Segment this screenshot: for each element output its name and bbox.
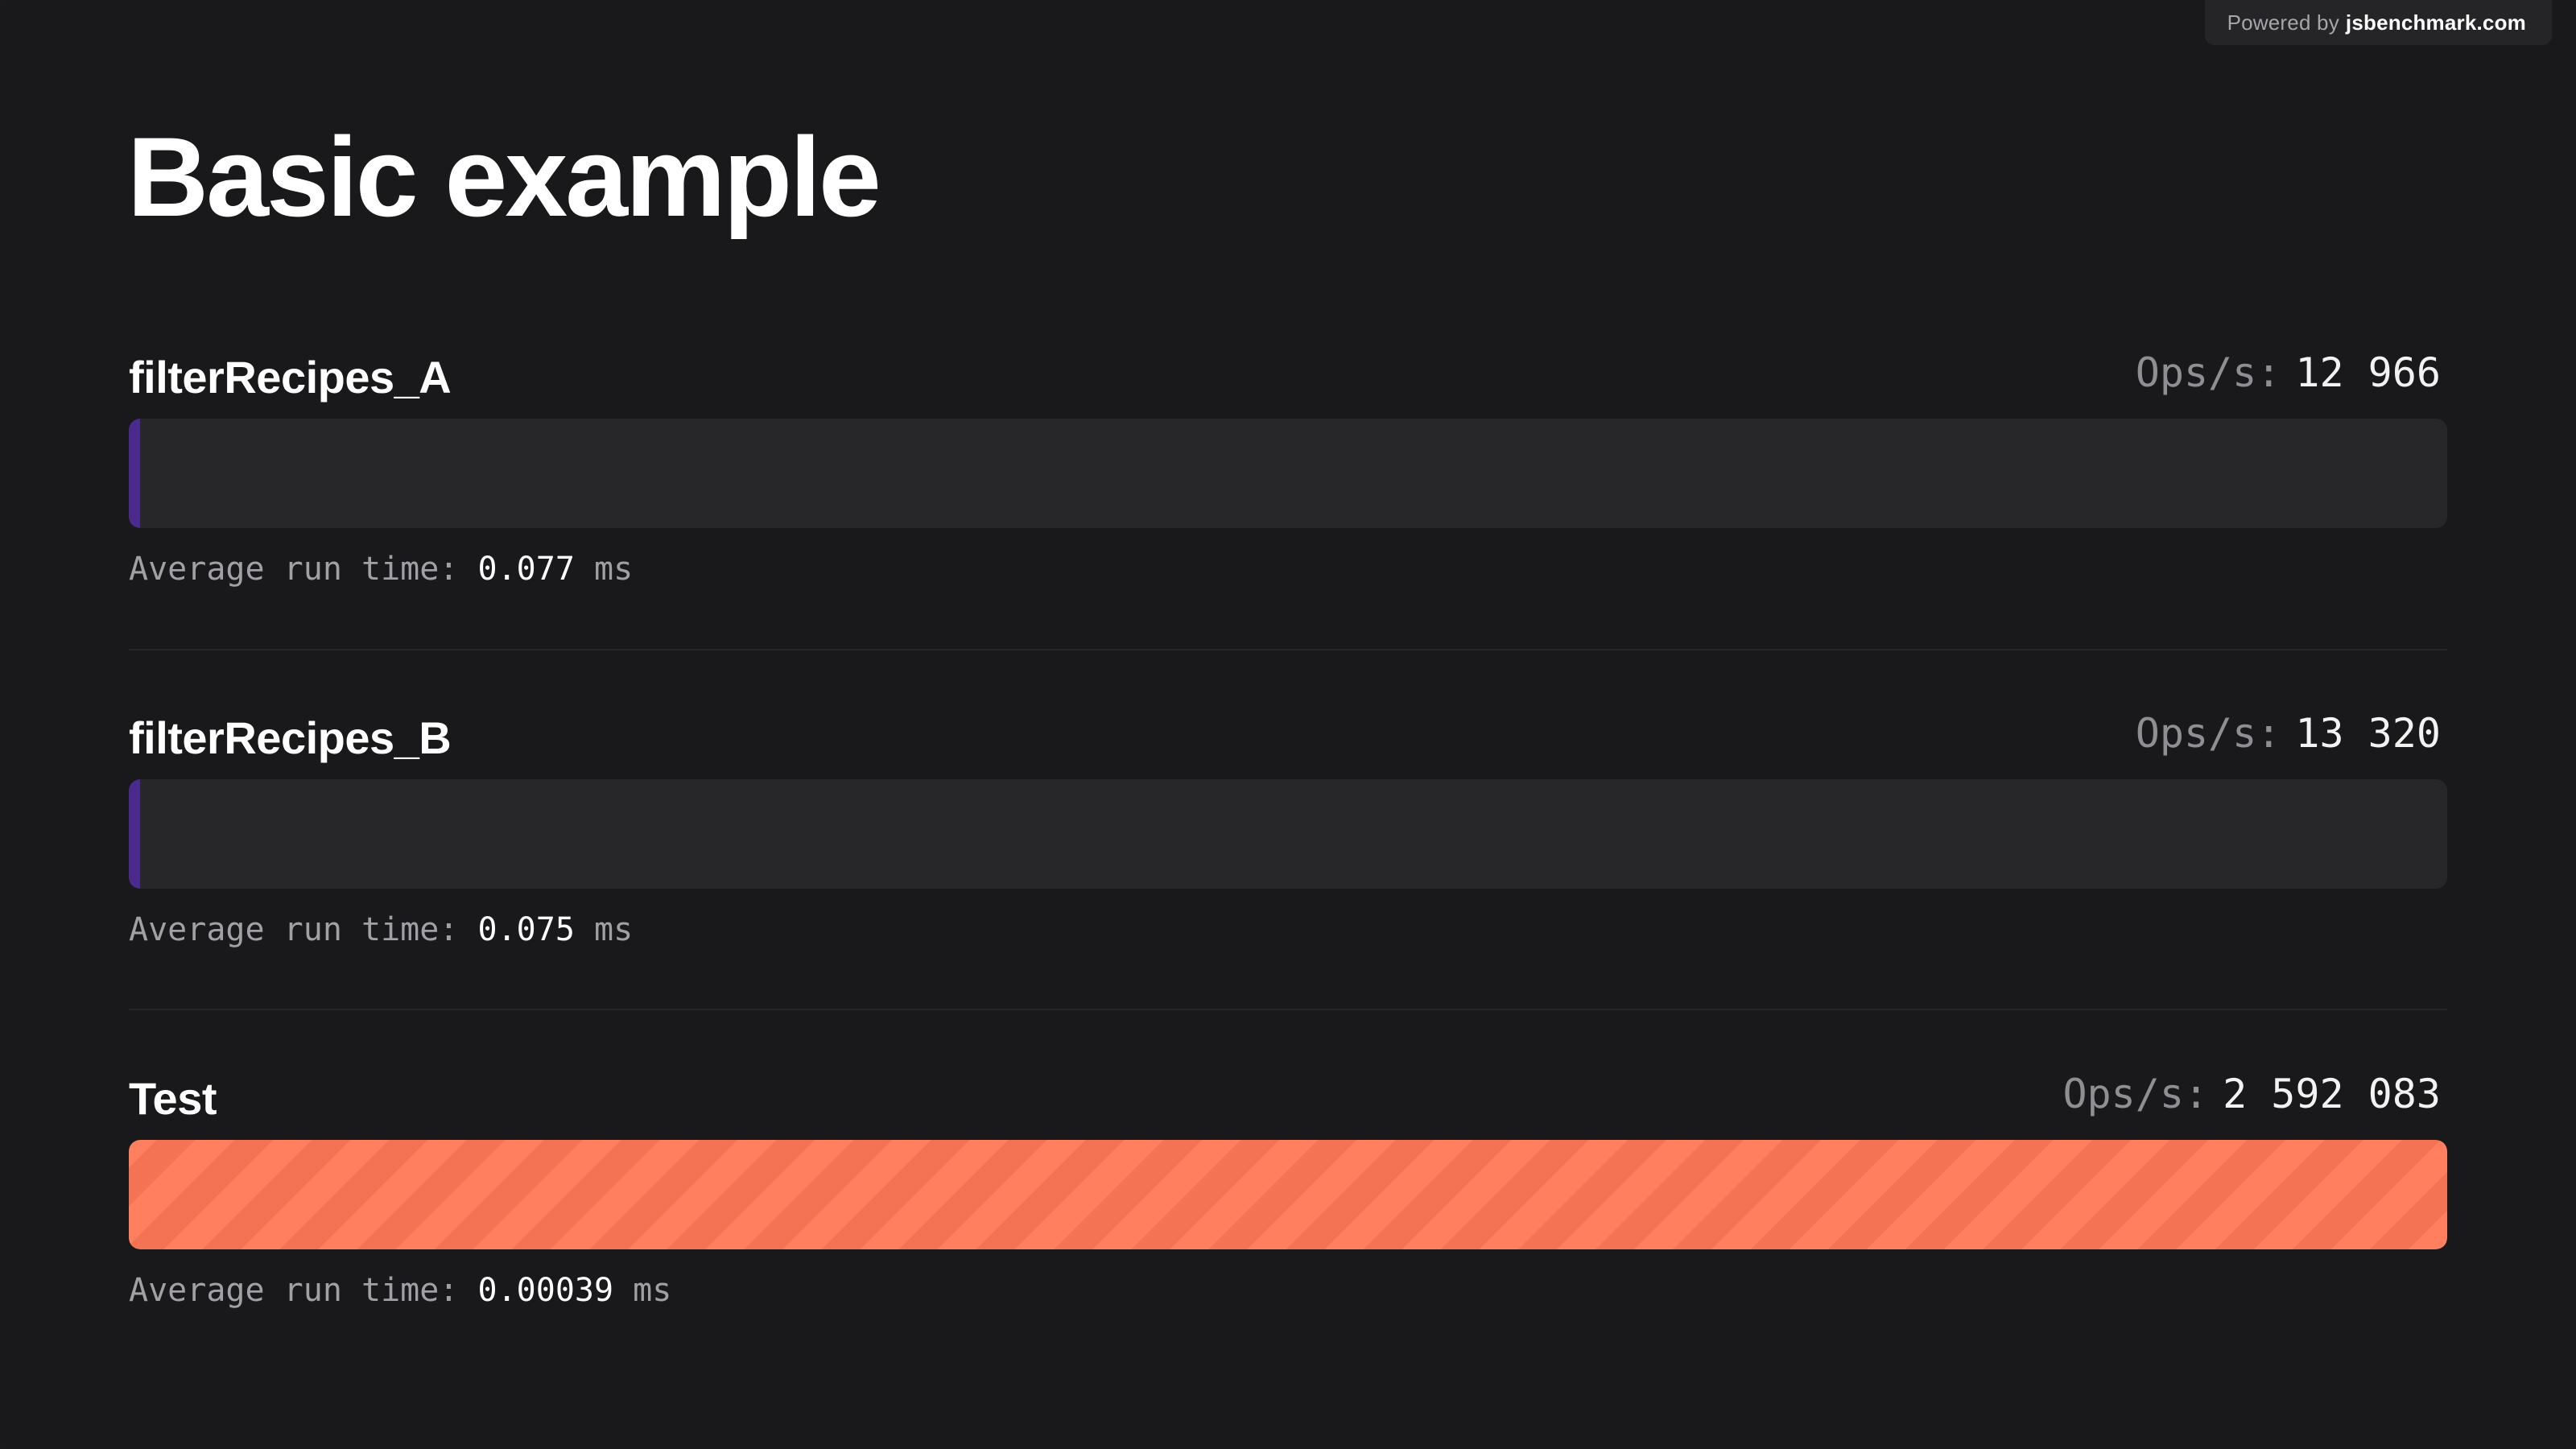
benchmark-header: Test Ops/s: 2 592 083 — [129, 1067, 2447, 1124]
benchmark-name: Test — [129, 1073, 217, 1124]
ops-value: 12 966 — [2295, 349, 2441, 396]
ops-label: Ops/s: — [2062, 1071, 2209, 1117]
avg-value: 0.077 — [477, 551, 575, 588]
ops-per-second: Ops/s: 13 320 — [2136, 710, 2441, 757]
benchmark-row: filterRecipes_B Ops/s: 13 320 Average run… — [129, 707, 2447, 948]
divider — [129, 649, 2447, 650]
benchmark-bar-fill — [129, 779, 140, 889]
avg-value: 0.00039 — [477, 1272, 614, 1309]
divider — [129, 1009, 2447, 1010]
benchmark-row: Test Ops/s: 2 592 083 Average run time: 0… — [129, 1067, 2447, 1309]
ops-label: Ops/s: — [2135, 710, 2281, 757]
benchmark-bar-track — [129, 419, 2447, 528]
benchmark-bar-track — [129, 1140, 2447, 1249]
average-run-time: Average run time: 0.075 ms — [129, 911, 2447, 948]
avg-unit: ms — [594, 911, 634, 948]
benchmark-bar-fill — [129, 1140, 2447, 1249]
ops-label: Ops/s: — [2135, 349, 2281, 396]
benchmark-header: filterRecipes_A Ops/s: 12 966 — [129, 346, 2447, 402]
avg-unit: ms — [594, 551, 634, 588]
powered-by-prefix: Powered by — [2227, 10, 2339, 35]
ops-value: 2 592 083 — [2223, 1071, 2441, 1117]
ops-value: 13 320 — [2295, 710, 2441, 757]
benchmark-window: Powered by jsbenchmark.com Basic example… — [0, 0, 2576, 1449]
avg-label: Average run time: — [129, 911, 459, 948]
ops-per-second: Ops/s: 12 966 — [2136, 349, 2441, 396]
powered-by-badge[interactable]: Powered by jsbenchmark.com — [2204, 0, 2552, 45]
average-run-time: Average run time: 0.00039 ms — [129, 1272, 2447, 1309]
avg-label: Average run time: — [129, 1272, 459, 1309]
powered-by-brand-link[interactable]: jsbenchmark.com — [2346, 10, 2526, 35]
benchmark-bar-fill — [129, 419, 140, 528]
avg-value: 0.075 — [477, 911, 575, 948]
benchmark-name: filterRecipes_A — [129, 352, 452, 402]
average-run-time: Average run time: 0.077 ms — [129, 551, 2447, 588]
ops-per-second: Ops/s: 2 592 083 — [2062, 1071, 2441, 1117]
benchmark-header: filterRecipes_B Ops/s: 13 320 — [129, 707, 2447, 763]
benchmark-bar-track — [129, 779, 2447, 889]
page-title: Basic example — [127, 114, 881, 240]
benchmark-row: filterRecipes_A Ops/s: 12 966 Average run… — [129, 346, 2447, 588]
avg-label: Average run time: — [129, 551, 459, 588]
avg-unit: ms — [633, 1272, 672, 1309]
benchmark-name: filterRecipes_B — [129, 712, 452, 763]
